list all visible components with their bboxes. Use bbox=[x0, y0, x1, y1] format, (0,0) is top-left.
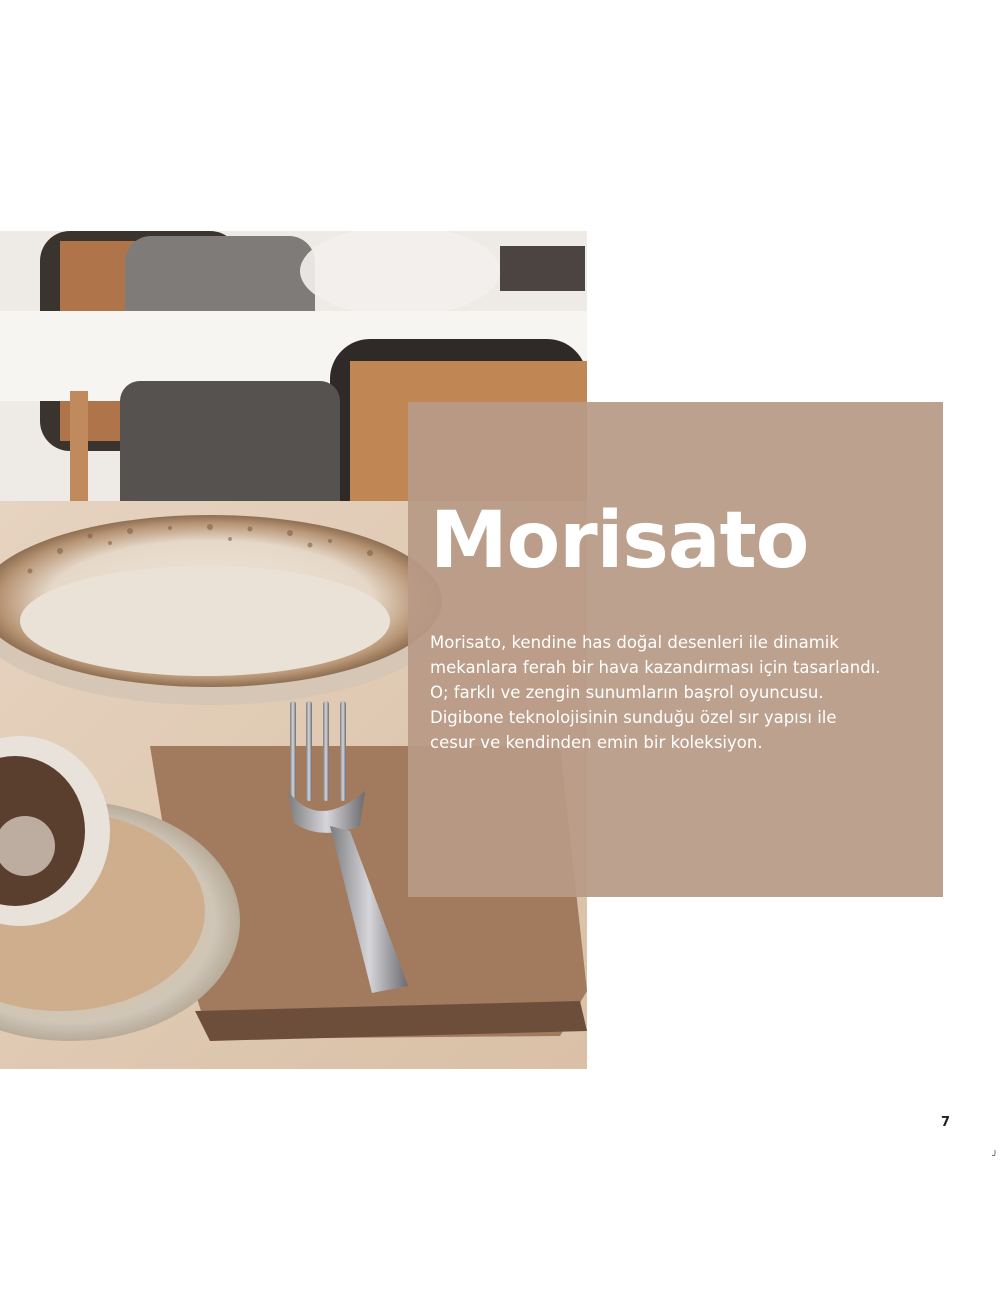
edge-mark: ᴊ bbox=[992, 1146, 997, 1159]
description-panel: Morisato Morisato, kendine has doğal des… bbox=[408, 402, 943, 897]
page-number: 7 bbox=[941, 1115, 951, 1130]
product-description: Morisato, kendine has doğal desenleri il… bbox=[430, 633, 881, 752]
product-title: Morisato bbox=[430, 496, 809, 586]
